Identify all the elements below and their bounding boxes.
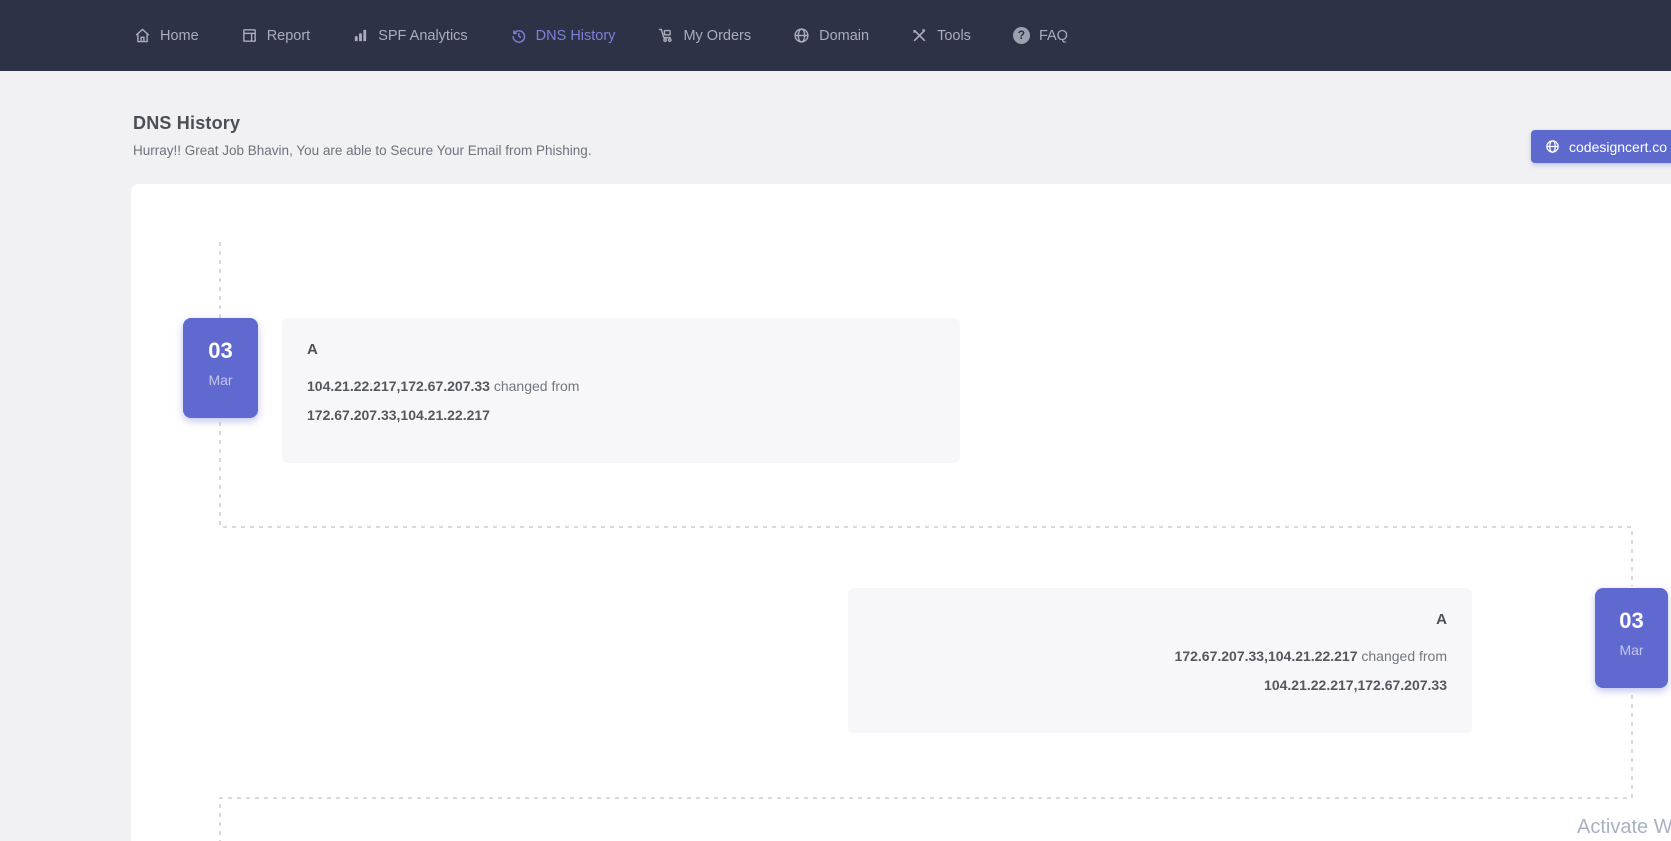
report-icon (241, 27, 258, 44)
record-type: A (873, 611, 1447, 628)
top-navbar: Home Report SPF Analytics DNS History My… (0, 0, 1671, 71)
record-type: A (307, 341, 935, 358)
nav-item-home[interactable]: Home (134, 27, 199, 44)
old-value: 172.67.207.33,104.21.22.217 (307, 407, 490, 423)
timeline-date-badge: 03 Mar (1595, 588, 1668, 688)
nav-item-label: My Orders (683, 28, 751, 44)
date-month: Mar (1619, 642, 1643, 658)
analytics-icon (352, 27, 369, 44)
record-change-line: 104.21.22.217,172.67.207.33 changed from (307, 372, 935, 401)
date-day: 03 (208, 338, 232, 364)
nav-item-report[interactable]: Report (241, 27, 311, 44)
nav-item-tools[interactable]: Tools (911, 27, 971, 44)
globe-icon (793, 27, 810, 44)
globe-icon (1545, 139, 1560, 154)
nav-item-label: SPF Analytics (378, 28, 467, 44)
orders-icon (657, 27, 674, 44)
nav-item-label: Home (160, 28, 199, 44)
nav-item-faq[interactable]: ? FAQ (1013, 27, 1068, 44)
question-icon: ? (1013, 27, 1030, 44)
new-value: 104.21.22.217,172.67.207.33 (307, 378, 490, 394)
nav-item-label: Tools (937, 28, 971, 44)
tools-icon (911, 27, 928, 44)
page-title: DNS History (133, 113, 240, 134)
dns-record-card: A 172.67.207.33,104.21.22.217 changed fr… (848, 588, 1472, 733)
record-change-line: 172.67.207.33,104.21.22.217 changed from (873, 642, 1447, 671)
domain-button-label: codesigncert.co (1569, 139, 1667, 155)
record-old-line: 104.21.22.217,172.67.207.33 (873, 671, 1447, 700)
change-text: changed from (490, 378, 580, 394)
nav-item-label: Report (267, 28, 311, 44)
old-value: 104.21.22.217,172.67.207.33 (1264, 677, 1447, 693)
home-icon (134, 27, 151, 44)
record-old-line: 172.67.207.33,104.21.22.217 (307, 401, 935, 430)
date-month: Mar (208, 372, 232, 388)
change-text: changed from (1358, 648, 1448, 664)
nav-item-label: DNS History (536, 28, 616, 44)
nav-item-dns-history[interactable]: DNS History (510, 27, 616, 44)
date-day: 03 (1619, 608, 1643, 634)
page-subtitle: Hurray!! Great Job Bhavin, You are able … (133, 143, 592, 158)
content-panel (131, 184, 1671, 841)
activate-windows-watermark: Activate Wi (1577, 816, 1671, 839)
nav-item-label: FAQ (1039, 28, 1068, 44)
nav-item-domain[interactable]: Domain (793, 27, 869, 44)
history-icon (510, 27, 527, 44)
nav-item-label: Domain (819, 28, 869, 44)
nav-item-my-orders[interactable]: My Orders (657, 27, 751, 44)
dns-record-card: A 104.21.22.217,172.67.207.33 changed fr… (282, 318, 960, 463)
timeline-date-badge: 03 Mar (183, 318, 258, 418)
nav-item-spf-analytics[interactable]: SPF Analytics (352, 27, 467, 44)
new-value: 172.67.207.33,104.21.22.217 (1175, 648, 1358, 664)
domain-select-button[interactable]: codesigncert.co (1531, 130, 1671, 163)
